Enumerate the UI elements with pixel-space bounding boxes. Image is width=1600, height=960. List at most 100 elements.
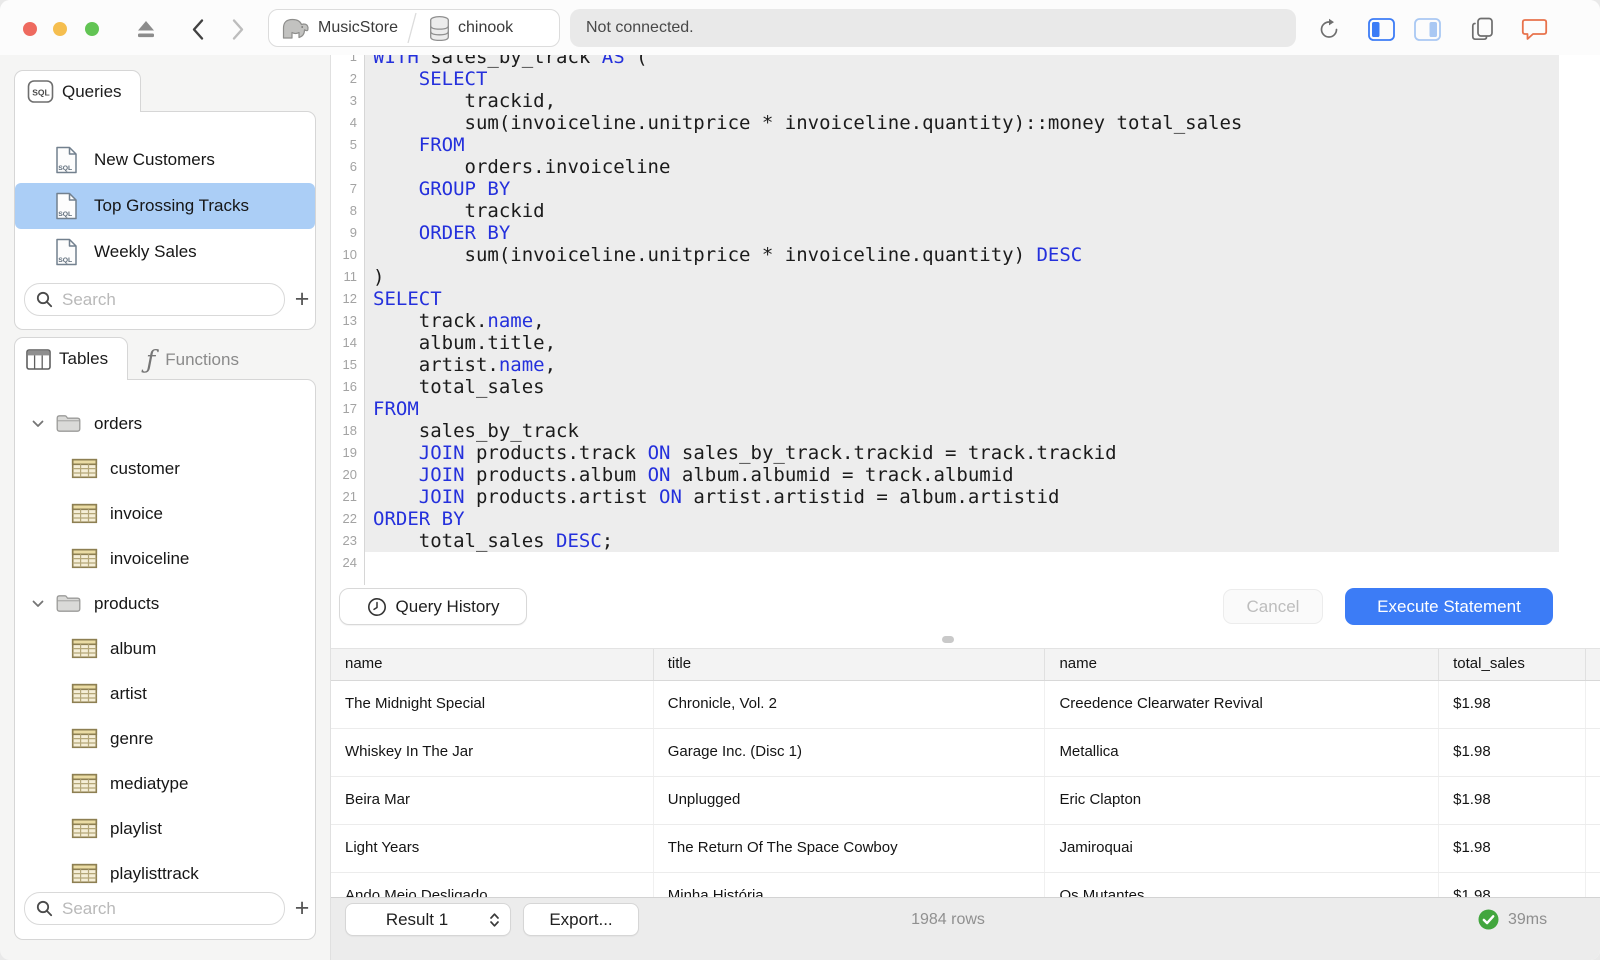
tab-functions[interactable]: ƒ Functions bbox=[146, 343, 239, 377]
table-row[interactable]: The Midnight Special Chronicle, Vol. 2 Cre… bbox=[331, 681, 1600, 729]
table-cell[interactable]: Metallica bbox=[1044, 729, 1438, 776]
table-cell-filler bbox=[1585, 681, 1600, 728]
toggle-right-sidebar-icon[interactable] bbox=[1412, 17, 1442, 41]
code-text[interactable]: track.name, bbox=[365, 310, 1559, 332]
eject-disconnect-icon[interactable] bbox=[131, 17, 161, 41]
table-row[interactable]: Beira Mar Unplugged Eric Clapton $1.98 bbox=[331, 777, 1600, 825]
table-cell[interactable]: Eric Clapton bbox=[1044, 777, 1438, 824]
table-cell[interactable]: $1.98 bbox=[1438, 681, 1585, 728]
table-tree-item[interactable]: invoiceline bbox=[15, 536, 315, 581]
table-cell[interactable]: Garage Inc. (Disc 1) bbox=[652, 729, 1045, 776]
result-selector[interactable]: Result 1 bbox=[345, 903, 511, 936]
query-item[interactable]: SQL Weekly Sales bbox=[15, 229, 315, 275]
column-header[interactable]: title bbox=[652, 649, 1045, 680]
code-text[interactable]: album.title, bbox=[365, 332, 1559, 354]
table-tree-item[interactable]: mediatype bbox=[15, 761, 315, 806]
queries-search-box[interactable] bbox=[24, 283, 285, 316]
code-text[interactable]: artist.name, bbox=[365, 354, 1559, 376]
table-cell[interactable]: $1.98 bbox=[1438, 729, 1585, 776]
table-cell[interactable]: $1.98 bbox=[1438, 873, 1585, 899]
close-window-button[interactable] bbox=[23, 22, 37, 36]
code-text[interactable]: orders.invoiceline bbox=[365, 156, 1559, 178]
code-text[interactable]: sum(invoiceline.unitprice * invoiceline.… bbox=[365, 112, 1559, 134]
table-cell[interactable]: Light Years bbox=[331, 825, 653, 872]
code-text[interactable]: SELECT bbox=[365, 288, 1559, 310]
code-text[interactable]: ORDER BY bbox=[365, 508, 1559, 530]
minimize-window-button[interactable] bbox=[53, 22, 67, 36]
zoom-window-button[interactable] bbox=[85, 22, 99, 36]
code-text[interactable]: JOIN products.artist ON artist.artistid … bbox=[365, 486, 1559, 508]
query-item[interactable]: SQL New Customers bbox=[15, 137, 315, 183]
table-tree-item[interactable]: genre bbox=[15, 716, 315, 761]
column-header[interactable]: total_sales bbox=[1438, 649, 1585, 680]
code-text[interactable]: total_sales DESC; bbox=[365, 530, 1559, 552]
table-tree-item[interactable]: customer bbox=[15, 446, 315, 491]
table-cell[interactable]: Whiskey In The Jar bbox=[331, 729, 653, 776]
query-item[interactable]: SQL Top Grossing Tracks bbox=[15, 183, 315, 229]
code-text[interactable]: WITH sales_by_track AS ( bbox=[365, 55, 1559, 68]
table-row[interactable]: Light Years The Return Of The Space Cowbo… bbox=[331, 825, 1600, 873]
duplicate-window-icon[interactable] bbox=[1467, 17, 1497, 41]
code-text[interactable]: GROUP BY bbox=[365, 178, 1559, 200]
execute-statement-button[interactable]: Execute Statement bbox=[1345, 588, 1553, 625]
schema-tree-item[interactable]: orders bbox=[15, 401, 315, 446]
chevron-down-icon[interactable] bbox=[31, 419, 45, 429]
table-cell[interactable]: Chronicle, Vol. 2 bbox=[652, 681, 1045, 728]
table-row[interactable]: Whiskey In The Jar Garage Inc. (Disc 1) Me… bbox=[331, 729, 1600, 777]
column-header[interactable]: name bbox=[331, 649, 653, 680]
schema-tree-item[interactable]: products bbox=[15, 581, 315, 626]
code-text[interactable] bbox=[365, 552, 1559, 574]
table-row[interactable]: Ando Meio Desligado Minha História Os Muta… bbox=[331, 873, 1600, 899]
table-tree-item[interactable]: album bbox=[15, 626, 315, 671]
tables-search-input[interactable] bbox=[60, 897, 264, 920]
table-cell[interactable]: The Return Of The Space Cowboy bbox=[652, 825, 1045, 872]
breadcrumb-database[interactable]: chinook bbox=[418, 10, 521, 46]
code-text[interactable]: FROM bbox=[365, 398, 1559, 420]
code-text[interactable]: trackid bbox=[365, 200, 1559, 222]
code-text[interactable]: JOIN products.album ON album.albumid = t… bbox=[365, 464, 1559, 486]
table-cell[interactable]: Jamiroquai bbox=[1044, 825, 1438, 872]
table-cell[interactable]: Beira Mar bbox=[331, 777, 653, 824]
table-tree-item[interactable]: artist bbox=[15, 671, 315, 716]
table-cell[interactable]: Creedence Clearwater Revival bbox=[1044, 681, 1438, 728]
chevron-down-icon[interactable] bbox=[31, 599, 45, 609]
code-text[interactable]: FROM bbox=[365, 134, 1559, 156]
table-tree-item[interactable]: playlist bbox=[15, 806, 315, 851]
add-query-button[interactable]: + bbox=[285, 283, 319, 316]
code-text[interactable]: ORDER BY bbox=[365, 222, 1559, 244]
pane-splitter[interactable] bbox=[331, 630, 1600, 648]
feedback-bubble-icon[interactable] bbox=[1519, 17, 1549, 41]
column-header[interactable]: name bbox=[1044, 649, 1438, 680]
queries-search-input[interactable] bbox=[60, 288, 264, 311]
sql-editor[interactable]: 1 WITH sales_by_track AS (2 SELECT 3 track… bbox=[331, 55, 1600, 630]
query-history-button[interactable]: Query History bbox=[339, 588, 527, 625]
back-button[interactable] bbox=[183, 17, 213, 41]
table-cell[interactable]: The Midnight Special bbox=[331, 681, 653, 728]
table-cell[interactable]: Unplugged bbox=[652, 777, 1045, 824]
code-text[interactable]: sum(invoiceline.unitprice * invoiceline.… bbox=[365, 244, 1559, 266]
table-tree-item[interactable]: invoice bbox=[15, 491, 315, 536]
forward-button[interactable] bbox=[223, 17, 253, 41]
table-cell[interactable]: Os Mutantes bbox=[1044, 873, 1438, 899]
table-tree-item[interactable]: playlisttrack bbox=[15, 851, 315, 896]
code-text[interactable]: total_sales bbox=[365, 376, 1559, 398]
code-text[interactable]: sales_by_track bbox=[365, 420, 1559, 442]
table-cell[interactable]: Minha História bbox=[652, 873, 1045, 899]
tab-tables[interactable]: Tables bbox=[14, 337, 128, 380]
cancel-button[interactable]: Cancel bbox=[1223, 589, 1323, 624]
refresh-icon[interactable] bbox=[1313, 17, 1343, 41]
export-button[interactable]: Export... bbox=[523, 903, 639, 936]
add-table-button[interactable]: + bbox=[285, 892, 315, 925]
breadcrumb-server[interactable]: MusicStore bbox=[269, 10, 406, 46]
tab-queries[interactable]: SQL Queries bbox=[14, 70, 141, 112]
code-text[interactable]: trackid, bbox=[365, 90, 1559, 112]
table-cell[interactable]: $1.98 bbox=[1438, 777, 1585, 824]
code-text[interactable]: SELECT bbox=[365, 68, 1559, 90]
code-text[interactable]: JOIN products.track ON sales_by_track.tr… bbox=[365, 442, 1559, 464]
toggle-left-sidebar-icon[interactable] bbox=[1366, 17, 1396, 41]
code-text[interactable]: ) bbox=[365, 266, 1559, 288]
table-cell[interactable]: $1.98 bbox=[1438, 825, 1585, 872]
table-label: artist bbox=[110, 683, 147, 703]
table-cell[interactable]: Ando Meio Desligado bbox=[331, 873, 653, 899]
tables-search-box[interactable] bbox=[24, 892, 285, 925]
